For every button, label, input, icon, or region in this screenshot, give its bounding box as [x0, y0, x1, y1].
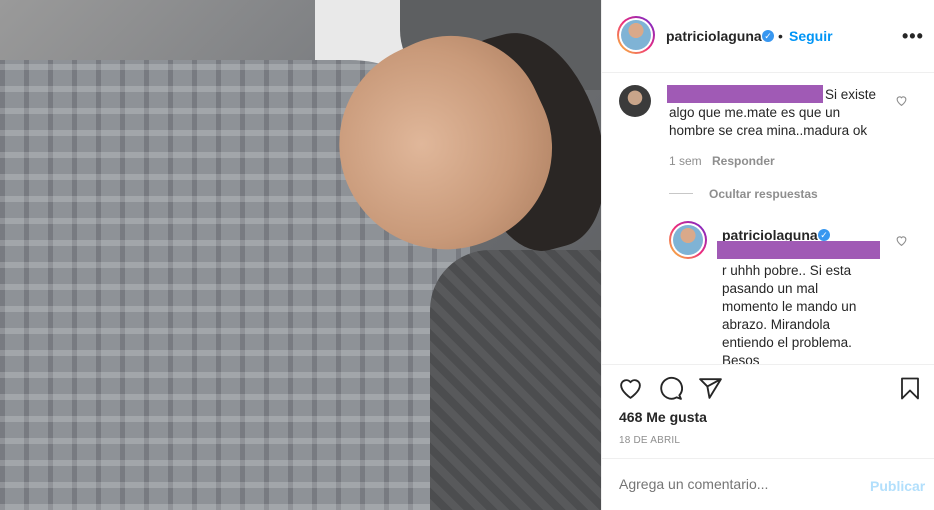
post-side-panel: patriciolaguna ✓ • Seguir ••• Si existe … — [601, 0, 934, 510]
post-date: 18 DE ABRIL — [619, 435, 681, 446]
add-comment-input[interactable] — [619, 476, 859, 492]
reply-line-1: r uhhh pobre.. Si esta — [722, 263, 852, 278]
publish-button[interactable]: Publicar — [870, 478, 925, 494]
heart-icon[interactable] — [618, 376, 643, 401]
likes-count[interactable]: 468 Me gusta — [619, 409, 707, 425]
reply-text-clip: r uhhh pobre.. Si esta pasando un mal mo… — [602, 0, 934, 364]
reply-line-4: abrazo. Mirandola — [722, 317, 831, 332]
actions-divider — [602, 364, 934, 365]
reply-line-2: pasando un mal — [722, 281, 819, 296]
reply-line-5: entiendo el problema. — [722, 335, 852, 350]
bookmark-icon[interactable] — [898, 376, 922, 401]
reply-line-3: momento le mando un — [722, 299, 857, 314]
comment-icon[interactable] — [658, 376, 683, 401]
reply-line-6: Besos — [722, 353, 760, 364]
post-photo[interactable] — [0, 0, 601, 510]
photo-cushion — [430, 250, 601, 510]
comment-box-divider — [602, 458, 934, 459]
share-icon[interactable] — [698, 376, 723, 401]
